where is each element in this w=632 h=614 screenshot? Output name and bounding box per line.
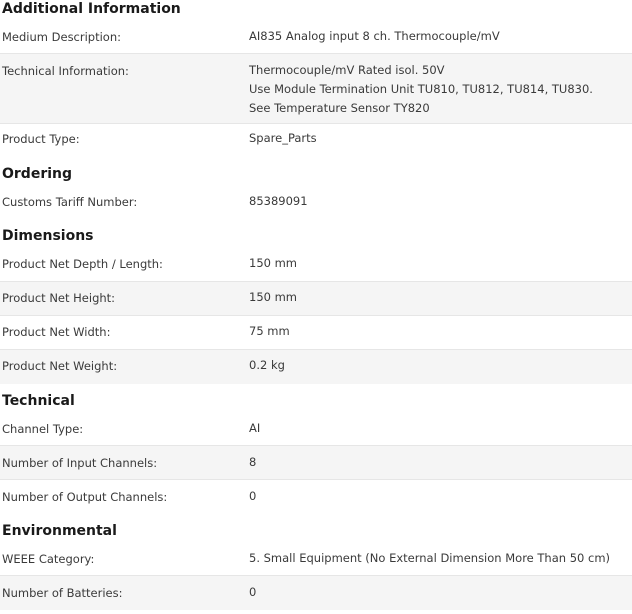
row-label: Product Net Height:	[2, 291, 116, 305]
row-value: 8	[249, 455, 257, 469]
row-label: Medium Description:	[2, 30, 122, 44]
row-value: 85389091	[249, 194, 308, 208]
row-product-net-width: Product Net Width: 75 mm	[0, 316, 632, 350]
row-product-net-weight: Product Net Weight: 0.2 kg	[0, 350, 632, 384]
row-medium-description: Medium Description: AI835 Analog input 8…	[0, 20, 632, 54]
row-value-line-1: Thermocouple/mV Rated isol. 50V	[249, 63, 445, 77]
row-product-net-height: Product Net Height: 150 mm	[0, 282, 632, 316]
row-number-of-batteries: Number of Batteries: 0	[0, 576, 632, 610]
row-label: Product Net Weight:	[2, 359, 118, 373]
row-value: Spare_Parts	[249, 131, 317, 145]
section-title-dimensions: Dimensions	[2, 228, 94, 244]
row-label: WEEE Category:	[2, 552, 95, 566]
row-value-line-3: See Temperature Sensor TY820	[249, 101, 430, 115]
row-label: Product Net Width:	[2, 325, 111, 339]
row-label: Number of Input Channels:	[2, 456, 158, 470]
row-value: 0	[249, 489, 257, 503]
product-details-page: Additional Information Medium Descriptio…	[0, 0, 632, 614]
row-value: 150 mm	[249, 256, 298, 270]
row-number-of-input-channels: Number of Input Channels: 8	[0, 446, 632, 480]
row-value: 75 mm	[249, 324, 290, 338]
row-value: 0	[249, 585, 257, 599]
row-value: 5. Small Equipment (No External Dimensio…	[249, 551, 611, 565]
row-label: Channel Type:	[2, 422, 84, 436]
section-title-environmental: Environmental	[2, 523, 117, 539]
section-title-ordering: Ordering	[2, 166, 73, 182]
row-number-of-output-channels: Number of Output Channels: 0	[0, 480, 632, 514]
section-title-technical: Technical	[2, 393, 75, 409]
row-product-type: Product Type: Spare_Parts	[0, 124, 632, 156]
row-value: 150 mm	[249, 290, 298, 304]
row-value: AI	[249, 421, 261, 435]
row-label: Product Net Depth / Length:	[2, 257, 163, 271]
row-customs-tariff-number: Customs Tariff Number: 85389091	[0, 186, 632, 220]
row-label: Number of Output Channels:	[2, 490, 168, 504]
row-value: AI835 Analog input 8 ch. Thermocouple/mV	[249, 29, 500, 43]
row-label: Technical Information:	[2, 64, 129, 78]
row-label: Product Type:	[2, 132, 80, 146]
row-channel-type: Channel Type: AI	[0, 412, 632, 446]
row-product-net-depth: Product Net Depth / Length: 150 mm	[0, 248, 632, 282]
row-technical-information: Technical Information: Thermocouple/mV R…	[0, 54, 632, 124]
section-title-additional-information: Additional Information	[2, 1, 181, 17]
row-weee-category: WEEE Category: 5. Small Equipment (No Ex…	[0, 542, 632, 576]
row-label: Customs Tariff Number:	[2, 195, 138, 209]
row-label: Number of Batteries:	[2, 586, 123, 600]
row-value: 0.2 kg	[249, 358, 285, 372]
row-value-line-2: Use Module Termination Unit TU810, TU812…	[249, 82, 593, 96]
